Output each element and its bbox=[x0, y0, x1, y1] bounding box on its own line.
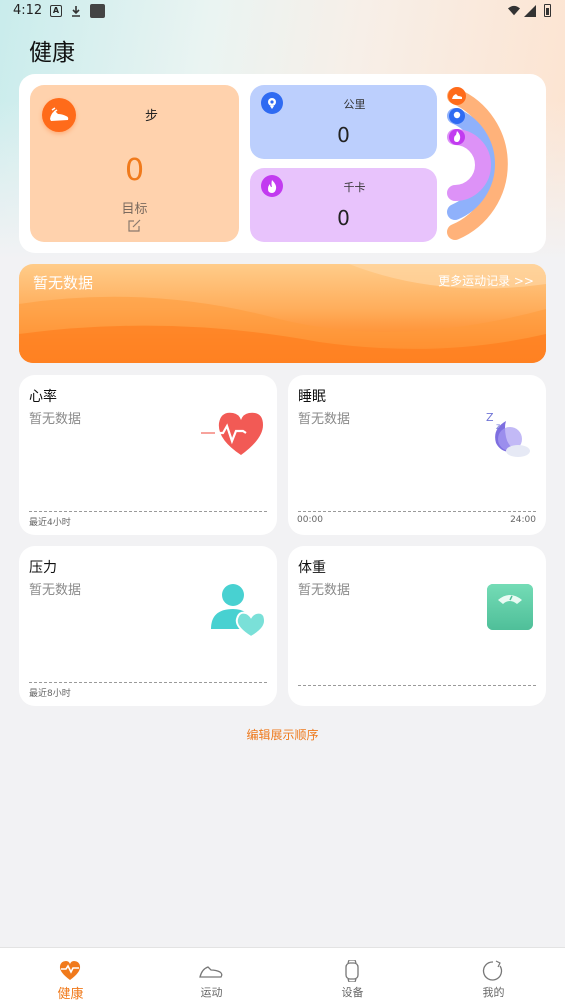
calories-tile[interactable]: 千卡 0 bbox=[250, 168, 437, 242]
sleep-chart-baseline bbox=[298, 511, 536, 512]
sleep-moon-icon: Z z bbox=[486, 411, 530, 457]
banner-status: 暂无数据 bbox=[33, 274, 94, 292]
calories-ring bbox=[447, 129, 491, 201]
sleep-axis-start: 00:00 bbox=[297, 515, 323, 525]
battery-icon bbox=[544, 4, 551, 17]
app-notification-icon bbox=[90, 4, 105, 18]
weight-chart-baseline bbox=[298, 685, 536, 686]
sleep-card[interactable]: 睡眠 暂无数据 Z z 00:00 24:00 bbox=[288, 375, 546, 535]
stress-person-icon bbox=[211, 584, 267, 639]
download-icon bbox=[72, 6, 80, 17]
activity-rings[interactable] bbox=[445, 82, 541, 246]
calories-value: 0 bbox=[337, 206, 350, 230]
nav-item-exercise[interactable]: 运动 bbox=[141, 948, 282, 1004]
weight-card[interactable]: 体重 暂无数据 bbox=[288, 546, 546, 706]
steps-label: 步 bbox=[144, 109, 158, 124]
wifi-icon bbox=[508, 5, 520, 16]
distance-label: 公里 bbox=[343, 98, 366, 111]
svg-text:Z: Z bbox=[486, 411, 494, 424]
svg-text:z: z bbox=[496, 422, 500, 431]
stress-card[interactable]: 压力 暂无数据 最近8小时 bbox=[19, 546, 277, 706]
exercise-records-banner[interactable]: 暂无数据 更多运动记录 >> bbox=[19, 264, 546, 363]
watch-icon bbox=[345, 960, 359, 982]
steps-tile[interactable]: 步 0 目标 bbox=[30, 85, 239, 242]
steps-value: 0 bbox=[124, 153, 145, 188]
edit-display-order-link[interactable]: 编辑展示顺序 bbox=[0, 726, 565, 743]
profile-icon bbox=[482, 960, 503, 981]
heart-rate-axis-label: 最近4小时 bbox=[29, 518, 71, 528]
heart-rate-icon bbox=[201, 412, 263, 455]
nav-label-profile: 我的 bbox=[482, 986, 505, 999]
stress-axis-label: 最近8小时 bbox=[29, 689, 71, 699]
distance-tile[interactable]: 公里 0 bbox=[250, 85, 437, 159]
heart-rate-title: 心率 bbox=[29, 389, 57, 405]
weight-scale-icon bbox=[487, 584, 533, 630]
nav-label-exercise: 运动 bbox=[200, 986, 223, 999]
activity-summary-card[interactable]: 步 0 目标 公里 0 千卡 0 bbox=[19, 74, 546, 253]
heart-rate-status: 暂无数据 bbox=[29, 412, 82, 427]
status-time: 4:12 bbox=[13, 3, 43, 18]
nav-label-health: 健康 bbox=[57, 987, 84, 1002]
nav-item-health[interactable]: 健康 bbox=[0, 948, 141, 1004]
edit-goal-icon[interactable] bbox=[127, 218, 142, 233]
heart-rate-card[interactable]: 心率 暂无数据 最近4小时 bbox=[19, 375, 277, 535]
distance-value: 0 bbox=[337, 123, 350, 147]
weight-status: 暂无数据 bbox=[298, 583, 351, 598]
nav-label-devices: 设备 bbox=[341, 986, 364, 999]
heart-pulse-icon bbox=[59, 961, 81, 980]
sleep-title: 睡眠 bbox=[298, 389, 326, 405]
stress-chart-baseline bbox=[29, 682, 267, 683]
nav-item-devices[interactable]: 设备 bbox=[282, 948, 423, 1004]
status-bar: 4:12 A bbox=[0, 0, 565, 24]
sleep-axis-end: 24:00 bbox=[510, 515, 536, 525]
heart-rate-chart-baseline bbox=[29, 511, 267, 512]
signal-icon bbox=[524, 5, 536, 17]
calories-label: 千卡 bbox=[343, 181, 366, 194]
shoe-icon bbox=[199, 966, 223, 978]
bottom-navigation: 健康 运动 设备 我的 bbox=[0, 947, 565, 1004]
stress-status: 暂无数据 bbox=[29, 583, 82, 598]
a-notification-icon: A bbox=[50, 5, 62, 17]
more-exercise-records-link[interactable]: 更多运动记录 >> bbox=[438, 272, 534, 289]
sleep-status: 暂无数据 bbox=[298, 412, 351, 427]
nav-item-profile[interactable]: 我的 bbox=[423, 948, 564, 1004]
stress-title: 压力 bbox=[29, 560, 57, 576]
page-title: 健康 bbox=[29, 40, 75, 66]
steps-goal-label: 目标 bbox=[121, 202, 148, 217]
weight-title: 体重 bbox=[298, 560, 326, 576]
